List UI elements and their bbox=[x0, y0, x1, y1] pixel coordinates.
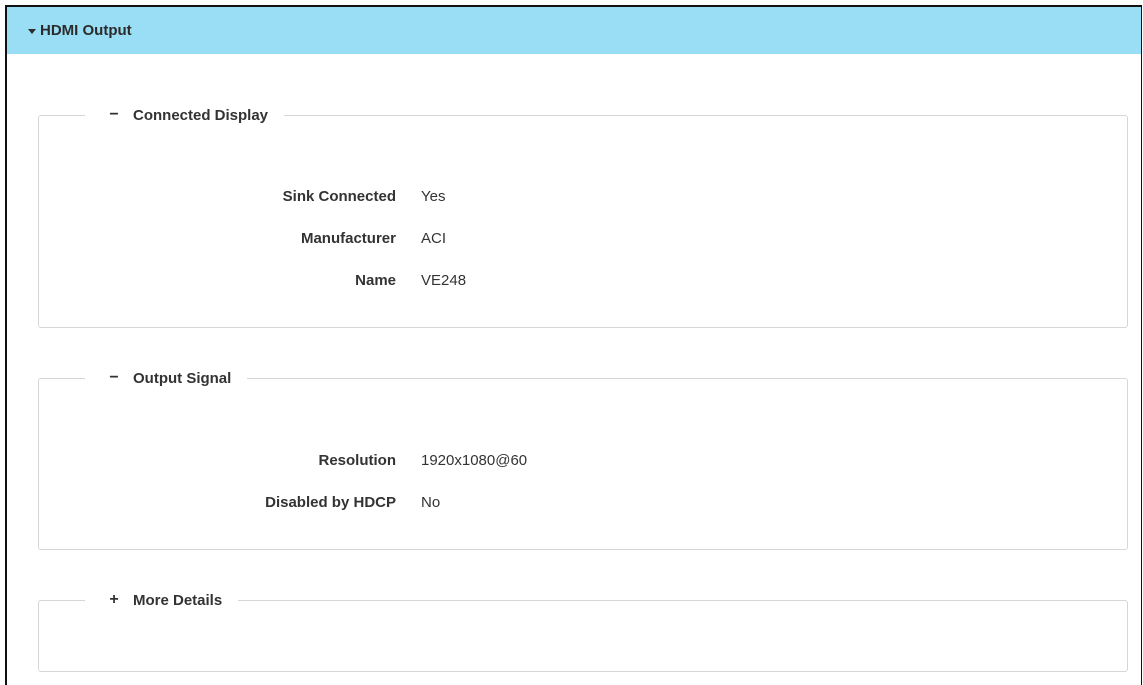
collapse-icon: − bbox=[109, 106, 119, 123]
info-row-disabled-by-hdcp: Disabled by HDCP No bbox=[39, 491, 1127, 513]
field-label: Manufacturer bbox=[300, 229, 396, 247]
field-value: VE248 bbox=[421, 271, 467, 289]
expand-icon: + bbox=[109, 591, 119, 608]
panel-title: HDMI Output bbox=[40, 22, 132, 39]
section-title: More Details bbox=[133, 591, 223, 609]
output-signal-section: − Output Signal Resolution 1920x1080@60 … bbox=[38, 368, 1128, 550]
section-title: Connected Display bbox=[133, 106, 269, 124]
field-value: 1920x1080@60 bbox=[421, 451, 528, 469]
field-value: ACI bbox=[421, 229, 447, 247]
field-value: Yes bbox=[421, 187, 446, 205]
section-title: Output Signal bbox=[133, 369, 232, 387]
connected-display-toggle[interactable]: − Connected Display bbox=[85, 105, 285, 125]
field-label: Sink Connected bbox=[282, 187, 396, 205]
info-row-resolution: Resolution 1920x1080@60 bbox=[39, 449, 1127, 471]
collapse-icon: − bbox=[109, 369, 119, 386]
hdmi-output-header[interactable]: HDMI Output bbox=[7, 7, 1141, 54]
info-row-manufacturer: Manufacturer ACI bbox=[39, 227, 1127, 249]
field-value: No bbox=[421, 493, 441, 511]
field-label: Resolution bbox=[318, 451, 397, 469]
more-details-section: + More Details bbox=[38, 590, 1128, 672]
caret-down-icon bbox=[28, 28, 36, 34]
more-details-toggle[interactable]: + More Details bbox=[85, 590, 239, 610]
info-row-sink-connected: Sink Connected Yes bbox=[39, 185, 1127, 207]
field-label: Disabled by HDCP bbox=[265, 493, 396, 511]
connected-display-section: − Connected Display Sink Connected Yes M… bbox=[38, 105, 1128, 328]
output-signal-toggle[interactable]: − Output Signal bbox=[85, 368, 248, 388]
info-row-name: Name VE248 bbox=[39, 269, 1127, 291]
field-label: Name bbox=[355, 271, 396, 289]
hdmi-output-panel: HDMI Output − Connected Display Sink Con… bbox=[5, 5, 1142, 685]
